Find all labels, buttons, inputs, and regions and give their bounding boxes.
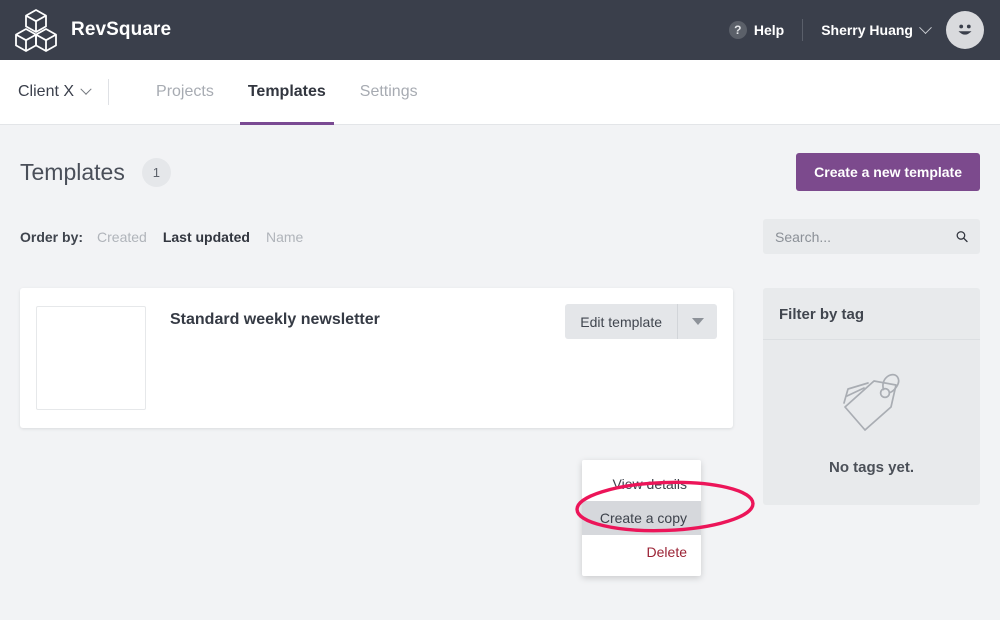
tag-empty-state: No tags yet.: [763, 340, 980, 505]
avatar[interactable]: [946, 11, 984, 49]
template-card[interactable]: Standard weekly newsletter Edit template: [20, 288, 733, 428]
chevron-down-icon: [80, 83, 92, 95]
search-box[interactable]: [763, 219, 980, 254]
header-divider: [802, 19, 804, 41]
edit-template-button[interactable]: Edit template: [565, 304, 677, 339]
order-option-last-updated[interactable]: Last updated: [163, 229, 250, 245]
main-navigation-bar: Client X Projects Templates Settings: [0, 60, 1000, 125]
search-icon[interactable]: [956, 228, 968, 245]
content-area: Standard weekly newsletter Edit template…: [20, 288, 980, 505]
template-actions-dropdown-menu: View details Create a copy Delete: [582, 460, 701, 576]
template-count-badge: 1: [141, 157, 171, 187]
create-new-template-button[interactable]: Create a new template: [796, 153, 980, 191]
brand-name: RevSquare: [71, 19, 172, 40]
order-by-label: Order by:: [20, 228, 84, 245]
brand-logo-area[interactable]: RevSquare: [15, 8, 171, 52]
toolbar: Order by: Created Last updated Name: [20, 219, 980, 254]
user-name: Sherry Huang: [821, 22, 913, 38]
filter-by-tag-title: Filter by tag: [763, 288, 980, 340]
cubes-logo-icon: [15, 9, 57, 52]
page-header: Templates 1 Create a new template: [20, 125, 980, 191]
question-mark-icon: ?: [728, 21, 747, 39]
user-menu[interactable]: Sherry Huang: [821, 20, 932, 38]
help-button[interactable]: ? Help: [728, 21, 785, 39]
order-option-created[interactable]: Created: [97, 229, 147, 245]
tab-settings[interactable]: Settings: [343, 60, 435, 124]
top-header-bar: RevSquare ? Help Sherry Huang: [0, 0, 1000, 60]
smiley-face-avatar-icon: [958, 24, 972, 35]
page-content: Templates 1 Create a new template Order …: [0, 125, 1000, 576]
tab-templates[interactable]: Templates: [231, 60, 343, 125]
page-title: Templates: [20, 158, 125, 185]
filter-by-tag-panel: Filter by tag No tags yet.: [763, 288, 980, 505]
price-tag-icon: [842, 373, 899, 431]
menu-item-create-a-copy[interactable]: Create a copy: [582, 501, 701, 535]
order-option-name[interactable]: Name: [266, 229, 303, 245]
menu-item-view-details[interactable]: View details: [582, 467, 701, 501]
no-tags-message: No tags yet.: [828, 459, 915, 476]
edit-template-split-button: Edit template: [565, 304, 717, 339]
empty-template-thumbnail: [36, 306, 146, 410]
nav-divider: [108, 79, 110, 105]
caret-down-icon: [691, 318, 704, 325]
template-actions-dropdown-toggle[interactable]: [678, 304, 717, 339]
client-label: Client X: [18, 83, 75, 100]
help-label: Help: [753, 22, 785, 38]
template-name: Standard weekly newsletter: [170, 311, 380, 328]
chevron-down-icon: [919, 20, 932, 34]
header-right-controls: ? Help Sherry Huang: [728, 11, 984, 49]
template-list-column: Standard weekly newsletter Edit template: [20, 288, 733, 428]
tab-projects[interactable]: Projects: [139, 60, 231, 124]
search-input[interactable]: [775, 228, 956, 245]
client-selector[interactable]: Client X: [18, 83, 108, 101]
nav-tabs: Projects Templates Settings: [139, 60, 435, 125]
menu-item-delete[interactable]: Delete: [582, 535, 701, 569]
